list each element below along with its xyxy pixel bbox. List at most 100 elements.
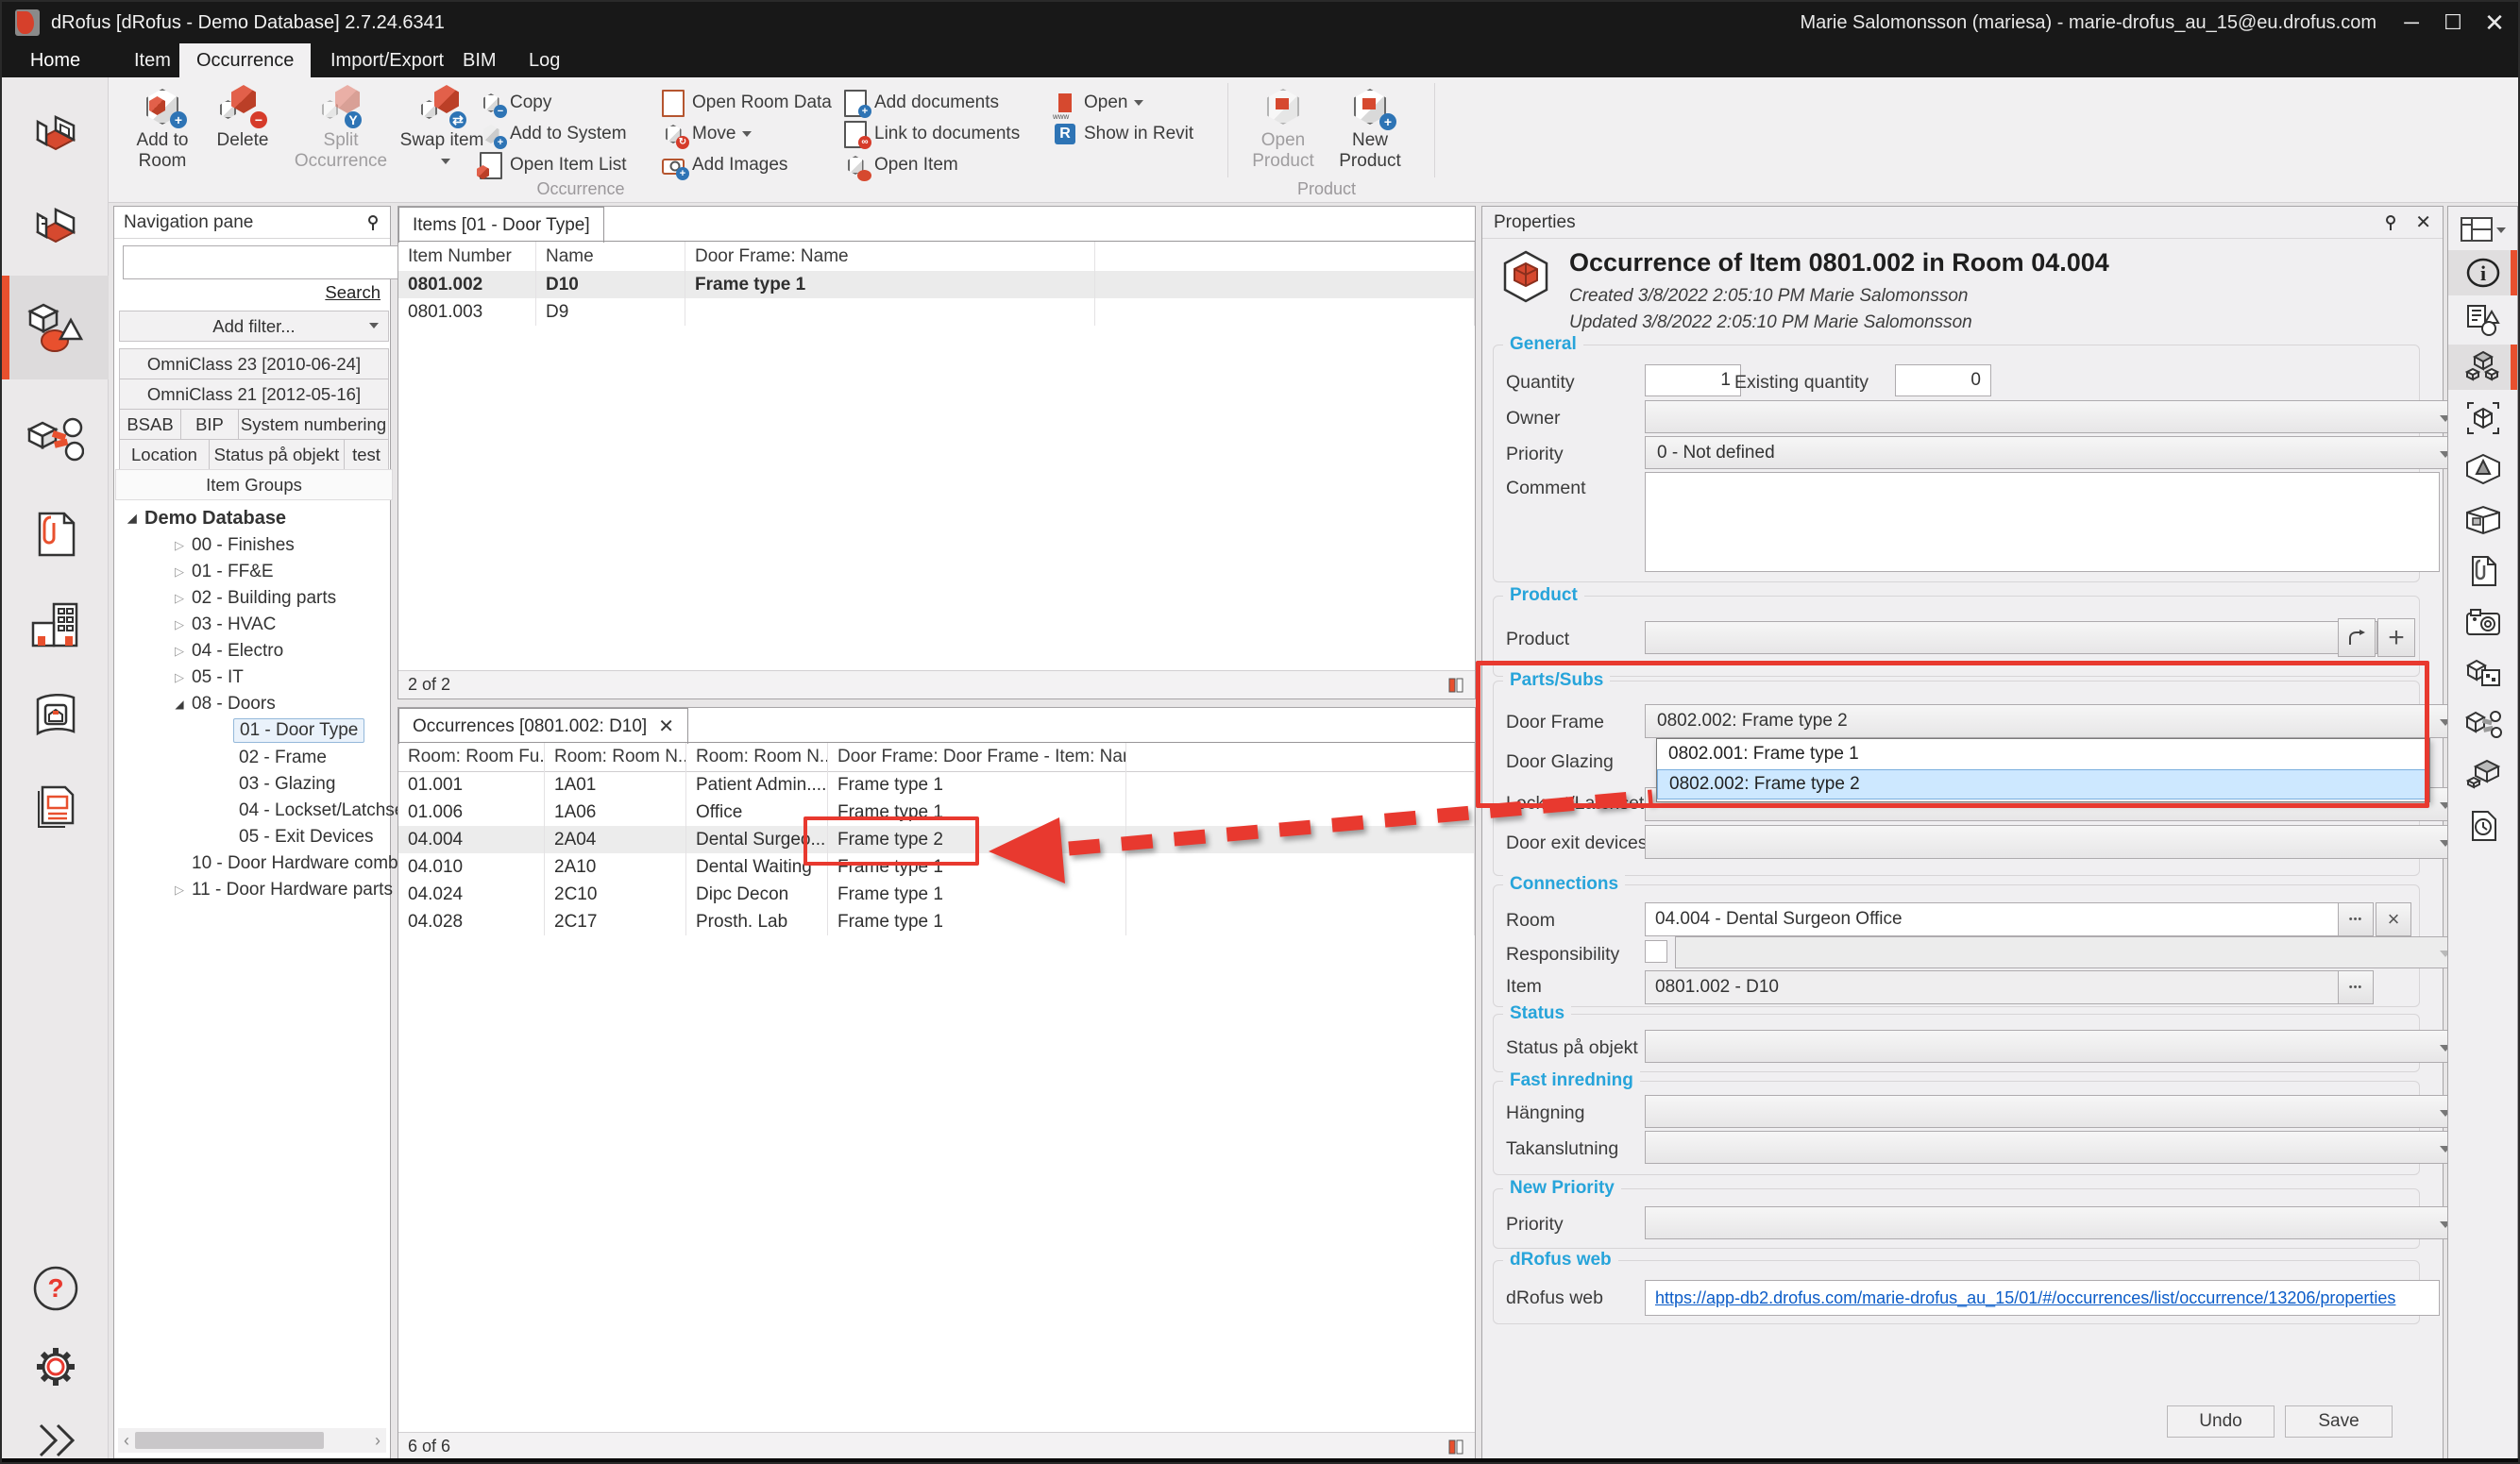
open-dropdown-caret[interactable]: [1134, 100, 1143, 110]
filter-test-button[interactable]: test: [344, 439, 389, 470]
tree-root[interactable]: ◢Demo Database: [114, 505, 401, 531]
pin-icon[interactable]: [365, 214, 381, 231]
items-row-0801-003[interactable]: 0801.003 D9: [398, 298, 1475, 326]
view-occurrences-button[interactable]: [2448, 752, 2517, 798]
add-to-room-button[interactable]: + Add to Room: [120, 83, 205, 172]
maximize-button[interactable]: ☐: [2437, 9, 2469, 36]
tree-collapsed-icon[interactable]: ▷: [173, 538, 186, 553]
undo-button[interactable]: Undo: [2167, 1405, 2275, 1438]
items-row-0801-002[interactable]: 0801.002 D10 Frame type 1: [398, 271, 1475, 298]
sidebar-expand-button[interactable]: [2, 1395, 109, 1464]
filter-omniclass21-button[interactable]: OmniClass 21 [2012-05-16]: [119, 379, 389, 410]
save-button[interactable]: Save: [2285, 1405, 2393, 1438]
copy-button[interactable]: − Copy: [479, 91, 551, 115]
filter-bsab-button[interactable]: BSAB: [119, 409, 181, 440]
navigation-horizontal-scrollbar[interactable]: ‹ ›: [118, 1428, 386, 1453]
room-field[interactable]: 04.004 - Dental Surgeon Office: [1645, 902, 2355, 936]
col-door-frame-item-name[interactable]: Door Frame: Door Frame - Item: Name: [828, 743, 1126, 771]
col-name[interactable]: Name: [536, 242, 685, 271]
tab-occurrence[interactable]: Occurrence: [179, 43, 311, 77]
occurrences-tab[interactable]: Occurrences [0801.002: D10] ✕: [398, 708, 688, 744]
option-frame-type-1[interactable]: 0802.001: Frame type 1: [1657, 739, 2429, 769]
view-info-button[interactable]: i: [2448, 250, 2517, 295]
items-tab[interactable]: Items [01 - Door Type]: [398, 207, 604, 243]
room-clear-button[interactable]: ×: [2376, 902, 2411, 936]
tree-collapsed-icon[interactable]: ▷: [173, 644, 186, 659]
scroll-right-icon[interactable]: ›: [369, 1431, 386, 1451]
view-3d-button[interactable]: [2448, 395, 2517, 441]
existing-quantity-field[interactable]: 0: [1895, 364, 1991, 396]
field-chooser-icon[interactable]: [1446, 676, 1465, 695]
new-product-button[interactable]: + New Product: [1328, 83, 1412, 172]
sidebar-item-rooms[interactable]: [2, 91, 109, 181]
field-chooser-icon[interactable]: [1446, 1438, 1465, 1456]
move-dropdown-caret[interactable]: [742, 131, 752, 142]
status-pa-objekt-dropdown[interactable]: [1645, 1030, 2464, 1063]
view-model-button[interactable]: [2448, 446, 2517, 492]
quantity-field[interactable]: 1: [1645, 364, 1741, 396]
occ-row-04-010[interactable]: 04.0102A10Dental WaitingFrame type 1: [398, 853, 1475, 881]
sidebar-item-systems[interactable]: [2, 395, 109, 485]
filter-bip-button[interactable]: BIP: [180, 409, 239, 440]
room-browse-button[interactable]: •••: [2338, 902, 2374, 936]
open-item-button[interactable]: Open Item: [843, 153, 958, 177]
layout-chooser-button[interactable]: [2448, 210, 2517, 248]
show-in-revit-button[interactable]: R Show in Revit: [1053, 122, 1193, 146]
filter-omniclass23-button[interactable]: OmniClass 23 [2010-06-24]: [119, 348, 389, 379]
view-systems-button[interactable]: [2448, 701, 2517, 747]
new-priority-dropdown[interactable]: [1645, 1206, 2464, 1239]
swap-item-button[interactable]: ⇄ Swap item: [397, 83, 486, 172]
col-door-frame-name[interactable]: Door Frame: Name: [685, 242, 1095, 271]
view-classification-button[interactable]: [2448, 650, 2517, 696]
view-parts-button[interactable]: [2448, 345, 2517, 390]
sidebar-item-room-list[interactable]: [2, 183, 109, 274]
pin-icon[interactable]: [2383, 214, 2398, 231]
occ-row-01-001[interactable]: 01.0011A01Patient Admin....Frame type 1: [398, 771, 1475, 799]
tree-collapsed-icon[interactable]: ▷: [173, 617, 186, 632]
open-item-list-button[interactable]: Open Item List: [479, 153, 627, 177]
filter-system-numbering-button[interactable]: System numbering: [238, 409, 389, 440]
view-images-button[interactable]: [2448, 599, 2517, 645]
col-room-name[interactable]: Room: Room N...: [686, 743, 828, 771]
sidebar-item-reports[interactable]: [2, 761, 109, 851]
door-exit-devices-dropdown[interactable]: [1645, 825, 2464, 859]
sidebar-item-documents[interactable]: [2, 489, 109, 580]
tree-collapsed-icon[interactable]: ▷: [173, 591, 186, 606]
tree-expanded-icon[interactable]: ◢: [173, 698, 186, 711]
tree-expanded-icon[interactable]: ◢: [126, 512, 139, 525]
sidebar-item-help[interactable]: ?: [2, 1243, 109, 1334]
search-link[interactable]: Search: [325, 282, 381, 303]
col-item-number[interactable]: Item Number: [398, 242, 536, 271]
open-web-button[interactable]: www Open: [1053, 91, 1143, 115]
sidebar-item-buildings[interactable]: [2, 580, 109, 670]
product-goto-button[interactable]: [2338, 618, 2376, 657]
delete-button[interactable]: − Delete: [207, 83, 279, 151]
occurrences-tab-close-icon[interactable]: ✕: [658, 715, 674, 738]
col-room-function[interactable]: Room: Room Fu...: [398, 743, 545, 771]
move-button[interactable]: ↻ Move: [661, 122, 752, 146]
tree-collapsed-icon[interactable]: ▷: [173, 670, 186, 685]
item-browse-button[interactable]: •••: [2338, 970, 2374, 1004]
view-documents-button[interactable]: [2448, 548, 2517, 594]
tab-log[interactable]: Log: [512, 43, 577, 77]
add-images-button[interactable]: + Add Images: [661, 153, 787, 177]
add-documents-button[interactable]: + Add documents: [843, 91, 999, 115]
link-to-documents-button[interactable]: ∞ Link to documents: [843, 122, 1020, 146]
occ-row-04-028[interactable]: 04.0282C17Prosth. LabFrame type 1: [398, 908, 1475, 935]
filter-location-button[interactable]: Location: [119, 439, 210, 470]
filter-status-pa-objekt-button[interactable]: Status på objekt: [209, 439, 345, 470]
product-dropdown[interactable]: [1645, 621, 2377, 654]
view-product-button[interactable]: [2448, 497, 2517, 543]
comment-textarea[interactable]: [1645, 472, 2440, 572]
scrollbar-thumb[interactable]: [135, 1432, 324, 1449]
takanslutning-dropdown[interactable]: [1645, 1131, 2464, 1164]
tab-bim[interactable]: BIM: [446, 43, 514, 77]
items-table-header[interactable]: Item Number Name Door Frame: Name: [398, 242, 1475, 272]
responsibility-checkbox[interactable]: [1645, 940, 1667, 963]
sidebar-item-catalog[interactable]: [2, 670, 109, 761]
tree-collapsed-icon[interactable]: ▷: [173, 883, 186, 898]
occ-row-04-024[interactable]: 04.0242C10Dipc DeconFrame type 1: [398, 881, 1475, 908]
tab-import-export[interactable]: Import/Export: [313, 43, 461, 77]
occ-row-01-006[interactable]: 01.0061A06OfficeFrame type 1: [398, 799, 1475, 826]
hangning-dropdown[interactable]: [1645, 1095, 2464, 1128]
